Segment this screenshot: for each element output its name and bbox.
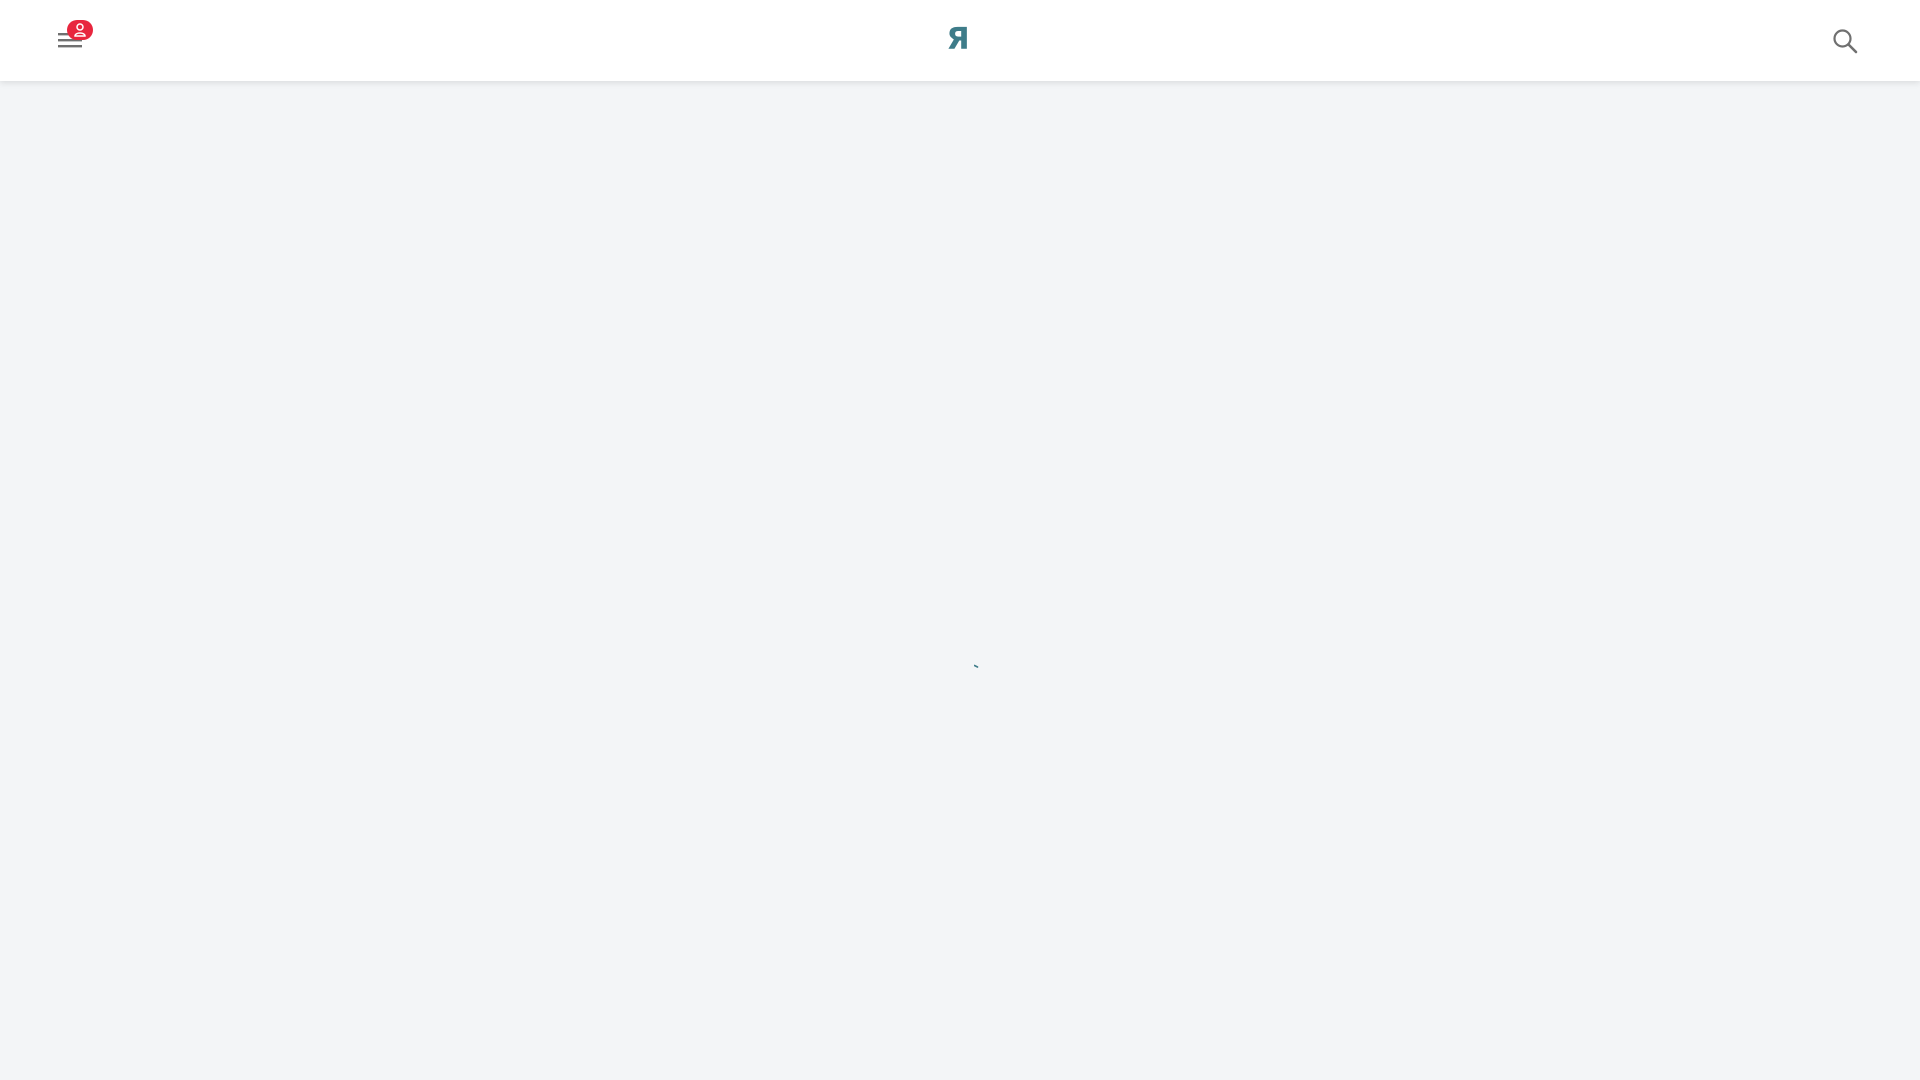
spinner-icon (974, 664, 979, 668)
account-badge[interactable] (67, 20, 93, 40)
search-icon (1833, 29, 1858, 54)
top-bar: Я (0, 0, 1920, 81)
search-button[interactable] (1822, 20, 1862, 60)
content-area (0, 81, 1920, 1080)
app-logo[interactable]: Я (944, 20, 972, 60)
user-icon (74, 23, 86, 37)
